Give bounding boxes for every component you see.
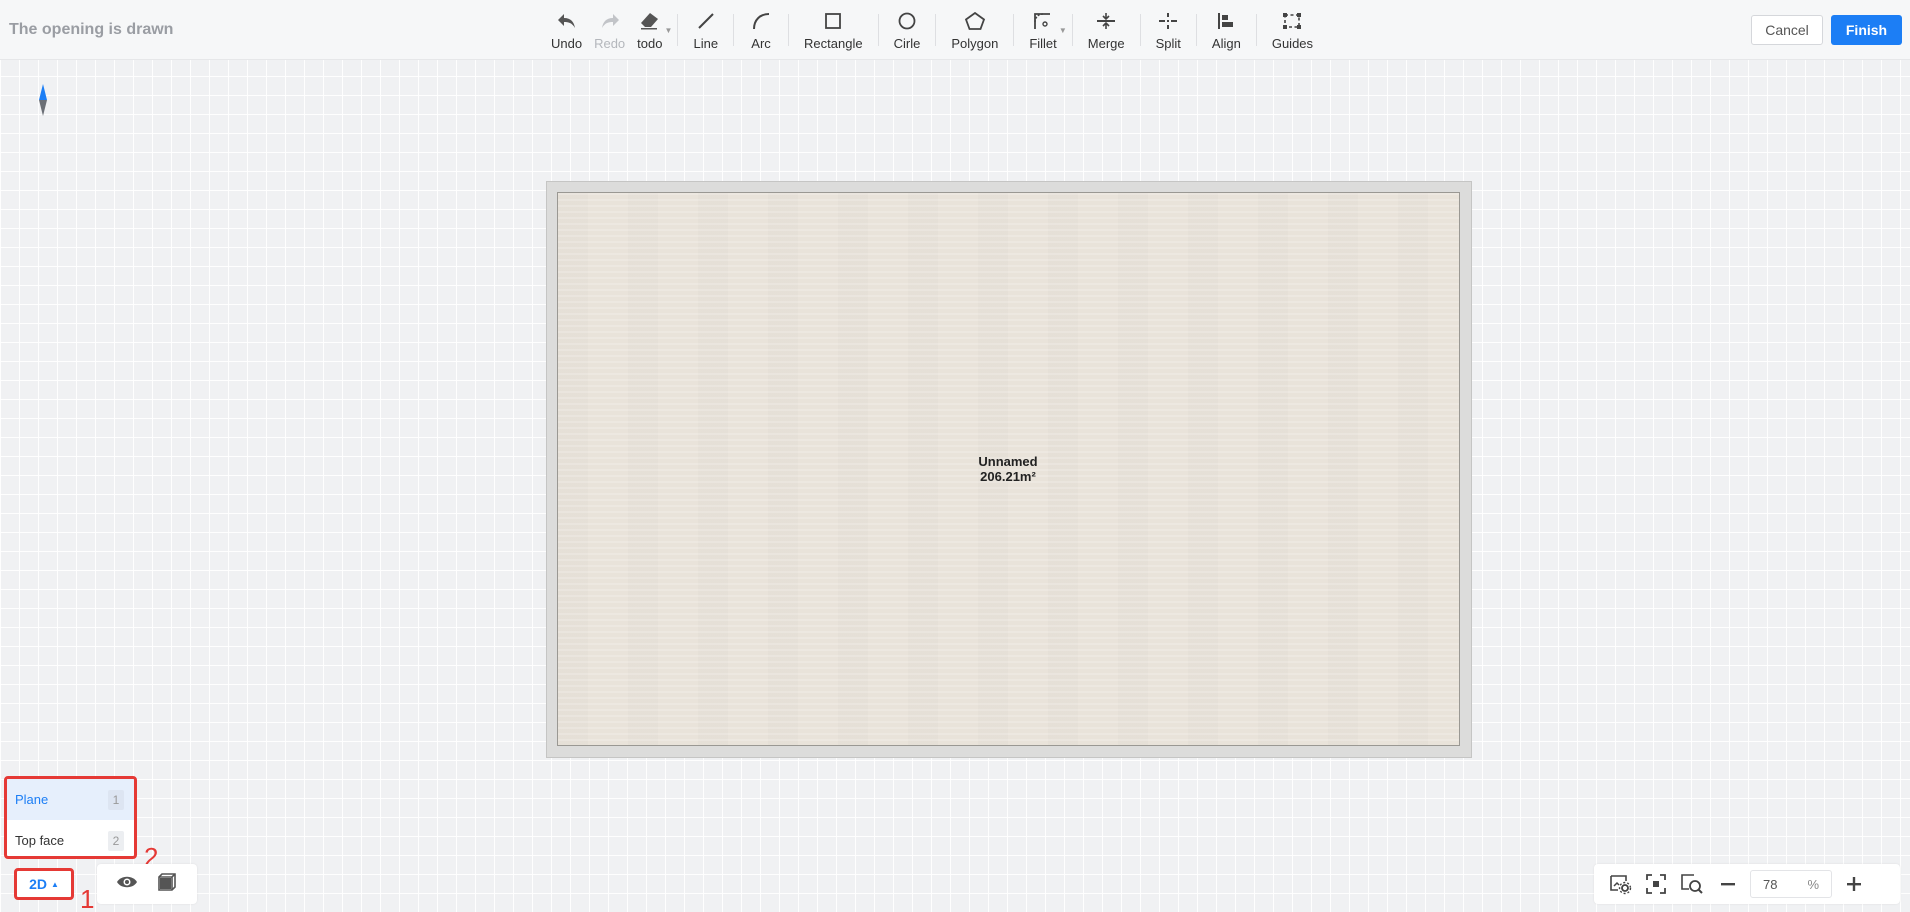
toolbar-divider bbox=[733, 14, 735, 46]
chevron-down-icon[interactable]: ▼ bbox=[1059, 26, 1067, 35]
rectangle-icon bbox=[821, 10, 845, 32]
toolbar-divider bbox=[788, 14, 790, 46]
finish-button[interactable]: Finish bbox=[1831, 15, 1902, 45]
zoom-unit: % bbox=[1807, 876, 1819, 892]
polygon-label: Polygon bbox=[951, 36, 999, 51]
room-name: Unnamed bbox=[978, 454, 1038, 469]
redo-icon bbox=[598, 10, 622, 32]
undo-label: Undo bbox=[551, 36, 583, 51]
split-icon bbox=[1156, 10, 1180, 32]
view-option-top-face[interactable]: Top face 2 bbox=[7, 820, 134, 856]
split-button[interactable]: Split bbox=[1150, 8, 1187, 54]
shortcut-key: 1 bbox=[108, 789, 124, 810]
merge-button[interactable]: Merge bbox=[1082, 8, 1131, 54]
eraser-icon bbox=[638, 10, 662, 32]
view-settings-icon[interactable] bbox=[1602, 868, 1638, 900]
chevron-down-icon[interactable]: ▼ bbox=[665, 26, 673, 35]
zoom-value: 78 bbox=[1763, 876, 1778, 892]
annotation-number: 1 bbox=[80, 884, 95, 912]
view-option-label: Top face bbox=[15, 833, 65, 848]
circle-button[interactable]: Cirle bbox=[888, 8, 927, 54]
display-tools bbox=[97, 864, 197, 904]
page-title: The opening is drawn bbox=[9, 21, 174, 38]
line-button[interactable]: Line bbox=[687, 8, 724, 54]
align-label: Align bbox=[1211, 36, 1241, 51]
fillet-icon bbox=[1031, 10, 1055, 32]
fillet-button[interactable]: Fillet ▼ bbox=[1023, 8, 1067, 54]
eye-icon[interactable] bbox=[116, 874, 138, 895]
toolbar-divider bbox=[935, 14, 937, 46]
room-label: Unnamed 206.21m² bbox=[958, 454, 1058, 484]
align-icon bbox=[1214, 10, 1238, 32]
view-mode-menu: Plane 1 Top face 2 bbox=[4, 776, 137, 859]
line-label: Line bbox=[693, 36, 719, 51]
toolbar-divider bbox=[1195, 14, 1197, 46]
split-label: Split bbox=[1155, 36, 1181, 51]
rectangle-label: Rectangle bbox=[804, 36, 863, 51]
merge-label: Merge bbox=[1087, 36, 1125, 51]
guides-label: Guides bbox=[1271, 36, 1314, 51]
drawing-tools: Undo Redo todo ▼ Line Arc Rectangle Cirl… bbox=[545, 8, 1319, 54]
guides-icon bbox=[1280, 10, 1304, 32]
view-mode-toggle[interactable]: 2D ▲ bbox=[14, 868, 74, 900]
compass-icon[interactable] bbox=[36, 84, 50, 116]
toolbar-divider bbox=[1071, 14, 1073, 46]
view-option-plane[interactable]: Plane 1 bbox=[7, 779, 134, 820]
polygon-icon bbox=[963, 10, 987, 32]
toolbar-divider bbox=[1139, 14, 1141, 46]
polygon-button[interactable]: Polygon bbox=[945, 8, 1004, 54]
zoom-area-icon[interactable] bbox=[1674, 868, 1710, 900]
toolbar-divider bbox=[1013, 14, 1015, 46]
undo-icon bbox=[555, 10, 579, 32]
fit-view-icon[interactable] bbox=[1638, 868, 1674, 900]
3d-cube-icon[interactable] bbox=[156, 872, 178, 897]
fillet-label: Fillet bbox=[1029, 36, 1057, 51]
arc-icon bbox=[749, 10, 773, 32]
zoom-out-button[interactable] bbox=[1710, 868, 1746, 900]
merge-icon bbox=[1094, 10, 1118, 32]
arc-button[interactable]: Arc bbox=[743, 8, 779, 54]
line-icon bbox=[694, 10, 718, 32]
circle-icon bbox=[895, 10, 919, 32]
circle-label: Cirle bbox=[893, 36, 921, 51]
view-option-label: Plane bbox=[15, 792, 49, 807]
top-toolbar: The opening is drawn Undo Redo todo ▼ Li… bbox=[0, 0, 1910, 60]
zoom-toolbar: 78 % bbox=[1594, 864, 1900, 904]
zoom-input[interactable]: 78 % bbox=[1750, 870, 1832, 898]
toolbar-divider bbox=[1255, 14, 1257, 46]
rectangle-button[interactable]: Rectangle bbox=[798, 8, 869, 54]
caret-up-icon: ▲ bbox=[50, 879, 59, 889]
guides-button[interactable]: Guides bbox=[1266, 8, 1319, 54]
redo-button[interactable]: Redo bbox=[588, 8, 631, 54]
toolbar-divider bbox=[877, 14, 879, 46]
undo-button[interactable]: Undo bbox=[545, 8, 588, 54]
todo-button[interactable]: todo ▼ bbox=[631, 8, 672, 54]
align-button[interactable]: Align bbox=[1206, 8, 1247, 54]
arc-label: Arc bbox=[751, 36, 771, 51]
toolbar-divider bbox=[677, 14, 679, 46]
view-mode-label: 2D bbox=[29, 876, 47, 892]
room-area: 206.21m² bbox=[980, 469, 1036, 484]
redo-label: Redo bbox=[594, 36, 626, 51]
shortcut-key: 2 bbox=[108, 830, 124, 851]
todo-label: todo bbox=[637, 36, 663, 51]
cancel-button[interactable]: Cancel bbox=[1751, 15, 1823, 45]
zoom-in-button[interactable] bbox=[1836, 868, 1872, 900]
